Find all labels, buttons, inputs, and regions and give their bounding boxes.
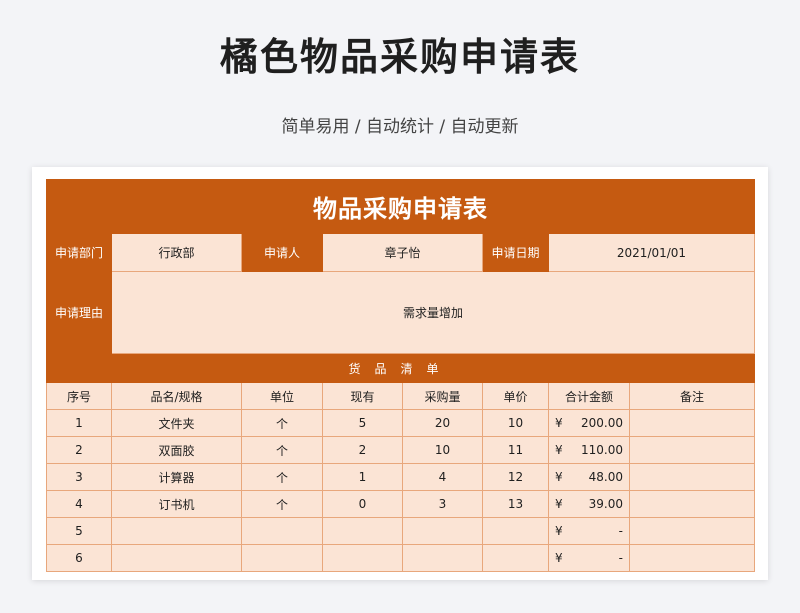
form-title: 物品采购申请表: [46, 179, 755, 234]
cell-qty[interactable]: [402, 544, 483, 572]
purchase-request-table: 物品采购申请表 申请部门 行政部 申请人 章子怡 申请日期 2021/01/01…: [46, 179, 755, 572]
cell-stock[interactable]: [322, 544, 403, 572]
cell-name[interactable]: 订书机: [111, 490, 242, 518]
cell-name[interactable]: 双面胶: [111, 436, 242, 464]
cell-qty[interactable]: 20: [402, 409, 483, 437]
column-header: 备注: [629, 382, 755, 410]
cell-qty[interactable]: 10: [402, 436, 483, 464]
cell-note[interactable]: [629, 517, 755, 545]
page-title: 橘色物品采购申请表: [219, 35, 580, 79]
cell-stock[interactable]: 2: [322, 436, 403, 464]
column-header: 现有: [322, 382, 403, 410]
column-header: 采购量: [402, 382, 483, 410]
table-row: 6 ¥ -: [46, 544, 755, 572]
cell-qty[interactable]: 3: [402, 490, 483, 518]
currency-symbol: ¥: [555, 470, 563, 484]
currency-symbol: ¥: [555, 497, 563, 511]
cell-qty[interactable]: 4: [402, 463, 483, 491]
cell-name[interactable]: 文件夹: [111, 409, 242, 437]
page-subtitle: 简单易用 / 自动统计 / 自动更新: [281, 117, 519, 137]
cell-total[interactable]: ¥ -: [548, 544, 630, 572]
currency-symbol: ¥: [555, 551, 563, 565]
total-amount: 110.00: [581, 443, 623, 457]
table-row: 3 计算器个 1 4 12 ¥48.00: [46, 463, 755, 491]
applicant-value[interactable]: 章子怡: [322, 233, 483, 272]
cell-note[interactable]: [629, 436, 755, 464]
column-header: 品名/规格: [111, 382, 242, 410]
cell-price[interactable]: [482, 517, 549, 545]
date-label: 申请日期: [482, 233, 549, 272]
cell-qty[interactable]: [402, 517, 483, 545]
cell-stock[interactable]: [322, 517, 403, 545]
cell-note[interactable]: [629, 544, 755, 572]
cell-unit[interactable]: 个: [241, 409, 323, 437]
cell-no[interactable]: 6: [46, 544, 112, 572]
cell-no[interactable]: 1: [46, 409, 112, 437]
currency-symbol: ¥: [555, 443, 563, 457]
cell-price[interactable]: 10: [482, 409, 549, 437]
cell-price[interactable]: 13: [482, 490, 549, 518]
cell-unit[interactable]: 个: [241, 436, 323, 464]
table-row: 4 订书机个 0 3 13 ¥39.00: [46, 490, 755, 518]
table-row: 2 双面胶个 2 10 11 ¥110.00: [46, 436, 755, 464]
cell-stock[interactable]: 1: [322, 463, 403, 491]
cell-no[interactable]: 4: [46, 490, 112, 518]
cell-note[interactable]: [629, 463, 755, 491]
cell-name[interactable]: [111, 544, 242, 572]
spreadsheet-card: 物品采购申请表 申请部门 行政部 申请人 章子怡 申请日期 2021/01/01…: [32, 167, 768, 580]
cell-total[interactable]: ¥200.00: [548, 409, 630, 437]
total-amount: -: [618, 524, 623, 538]
cell-total[interactable]: ¥110.00: [548, 436, 630, 464]
currency-symbol: ¥: [555, 524, 563, 538]
cell-unit[interactable]: 个: [241, 490, 323, 518]
cell-price[interactable]: 12: [482, 463, 549, 491]
department-label: 申请部门: [46, 233, 112, 272]
total-amount: 200.00: [581, 416, 623, 430]
column-header: 合计金额: [548, 382, 630, 410]
table-row: 5 ¥ -: [46, 517, 755, 545]
cell-note[interactable]: [629, 409, 755, 437]
cell-unit[interactable]: [241, 517, 323, 545]
total-amount: 48.00: [588, 470, 623, 484]
total-amount: 39.00: [588, 497, 623, 511]
column-header: 单价: [482, 382, 549, 410]
goods-rows: 1 文件夹个 5 20 10 ¥200.00 2 双面胶个 2 10 11 ¥110.00 3 计算器个 1…: [46, 409, 755, 572]
reason-label: 申请理由: [46, 271, 112, 354]
cell-stock[interactable]: 0: [322, 490, 403, 518]
total-amount: -: [618, 551, 623, 565]
goods-list-section-title: 货品清单: [46, 353, 755, 383]
currency-symbol: ¥: [555, 416, 563, 430]
cell-stock[interactable]: 5: [322, 409, 403, 437]
applicant-label: 申请人: [241, 233, 323, 272]
cell-total[interactable]: ¥48.00: [548, 463, 630, 491]
cell-unit[interactable]: 个: [241, 463, 323, 491]
cell-no[interactable]: 2: [46, 436, 112, 464]
date-value[interactable]: 2021/01/01: [548, 233, 755, 272]
column-header: 序号: [46, 382, 112, 410]
table-row: 1 文件夹个 5 20 10 ¥200.00: [46, 409, 755, 437]
cell-price[interactable]: 11: [482, 436, 549, 464]
cell-note[interactable]: [629, 490, 755, 518]
cell-total[interactable]: ¥ -: [548, 517, 630, 545]
cell-name[interactable]: 计算器: [111, 463, 242, 491]
reason-value[interactable]: 需求量增加: [111, 271, 755, 354]
cell-no[interactable]: 3: [46, 463, 112, 491]
column-header: 单位: [241, 382, 323, 410]
department-value[interactable]: 行政部: [111, 233, 242, 272]
cell-unit[interactable]: [241, 544, 323, 572]
cell-total[interactable]: ¥39.00: [548, 490, 630, 518]
cell-name[interactable]: [111, 517, 242, 545]
cell-price[interactable]: [482, 544, 549, 572]
cell-no[interactable]: 5: [46, 517, 112, 545]
